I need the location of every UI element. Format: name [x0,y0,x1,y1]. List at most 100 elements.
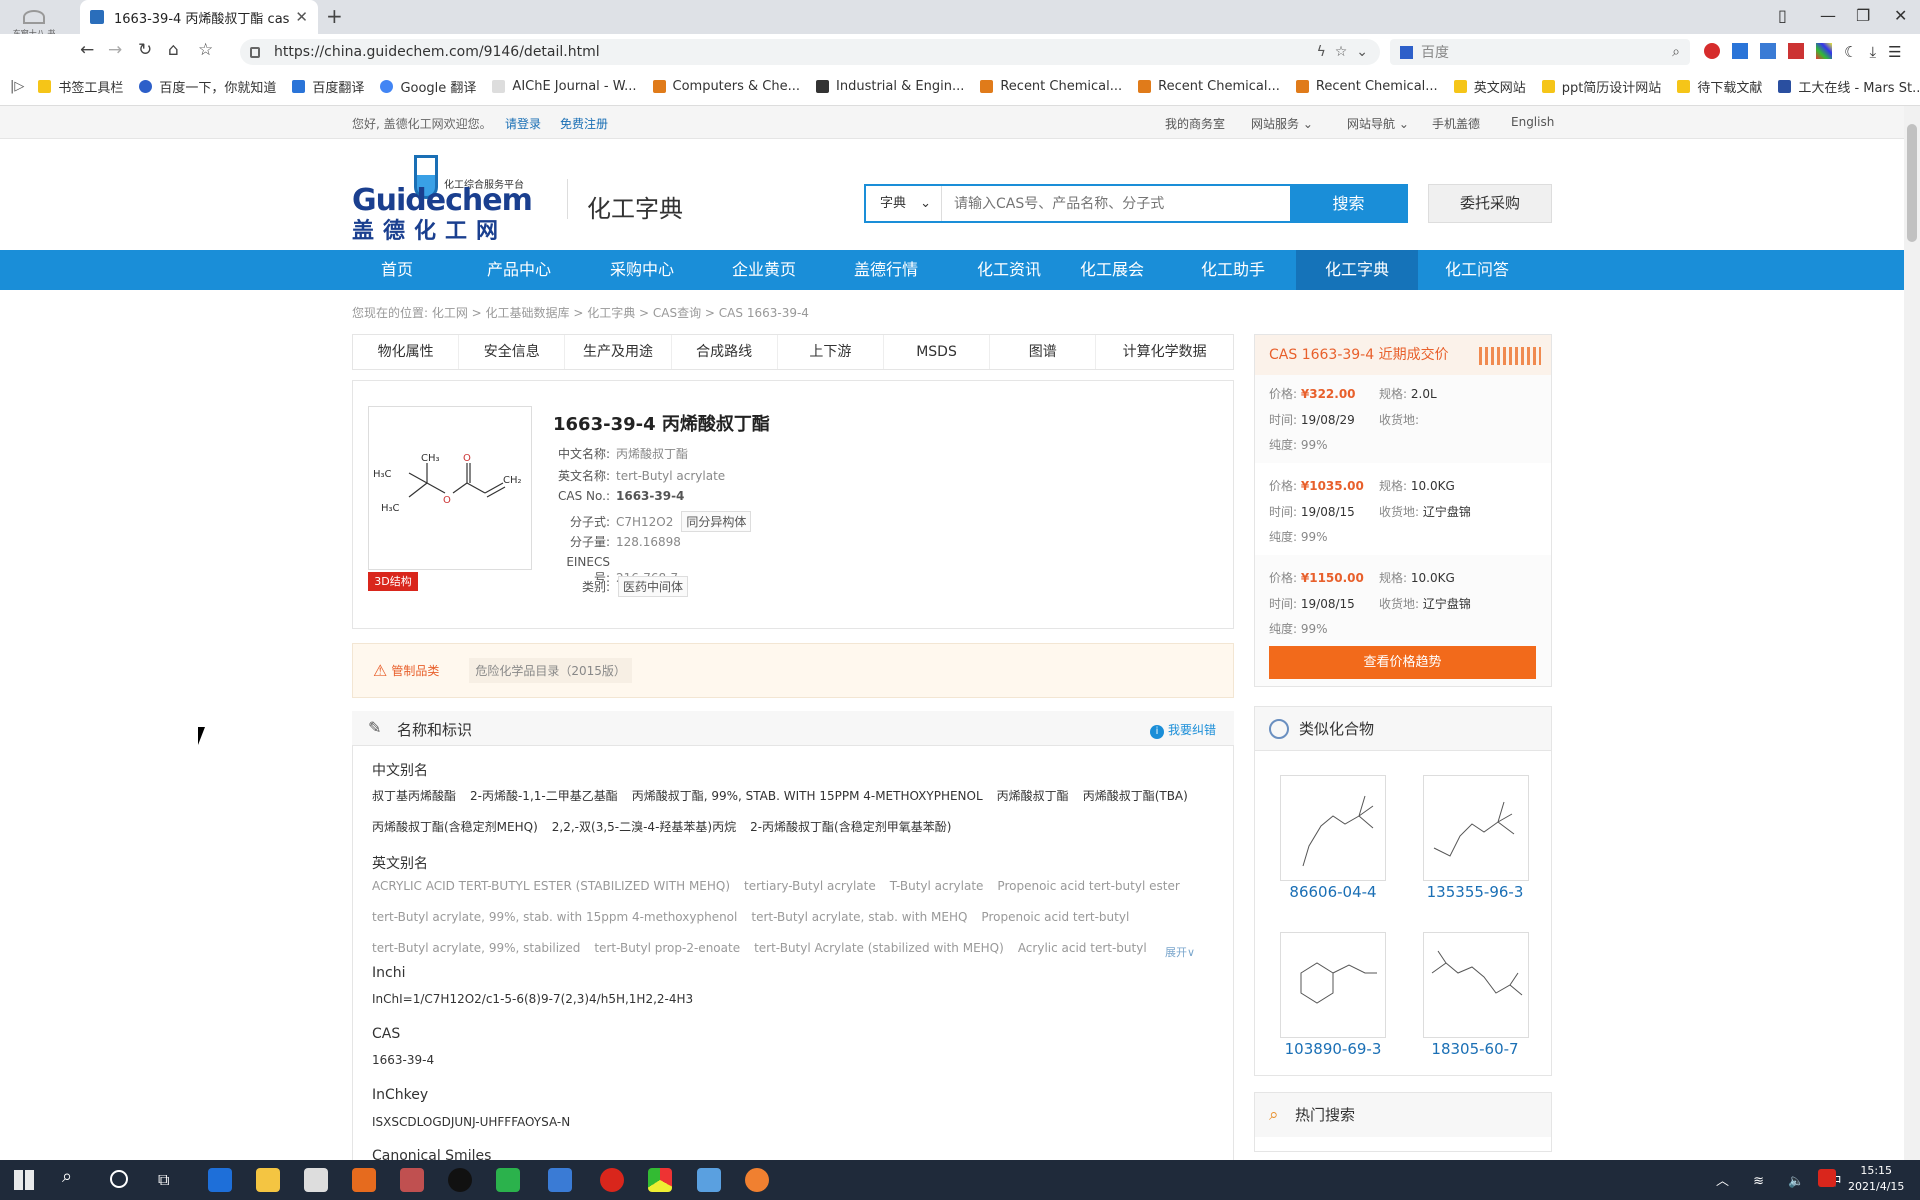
extension-pdf-icon[interactable] [1788,43,1804,59]
tab-search-icon[interactable]: ▯ [1778,6,1787,25]
login-link[interactable]: 请登录 [505,115,541,132]
similar-cas-link[interactable]: 86606-04-4 [1263,883,1403,901]
extension-translate-icon[interactable] [1732,43,1748,59]
browser-tab[interactable]: 1663-39-4 丙烯酸叔丁酯 cas号 ✕ [80,0,318,34]
bookmark-item[interactable]: 工大在线 - Mars St... [1778,77,1920,96]
nav-qa[interactable]: 化工问答 [1418,250,1536,290]
nav-news[interactable]: 化工资讯 [950,250,1068,290]
my-office-link[interactable]: 我的商务室 [1165,115,1225,132]
site-nav-link[interactable]: 网站导航 ⌄ [1347,115,1409,132]
bookmark-item[interactable]: ppt简历设计网站 [1541,77,1661,96]
close-window-icon[interactable]: ✕ [1894,6,1907,25]
isomer-link[interactable]: 同分异构体 [681,511,752,532]
structure-image[interactable]: H₃C CH₃ H₃C O O CH₂ [368,406,532,570]
bookmark-item[interactable]: 书签工具栏 [38,77,123,96]
bookmark-item[interactable]: 待下载文献 [1677,77,1762,96]
bookmark-item[interactable]: Computers & Che... [652,79,800,94]
back-icon[interactable]: ← [80,40,94,60]
qq-icon[interactable] [448,1168,472,1192]
scrollbar-thumb[interactable] [1907,124,1917,242]
nav-products[interactable]: 产品中心 [460,250,578,290]
close-tab-icon[interactable]: ✕ [295,8,308,26]
url-actions-icon[interactable]: ϟ ☆ ⌄ [1317,44,1368,60]
price-trend-button[interactable]: 查看价格趋势 [1269,646,1536,679]
search-icon[interactable]: ⌕ [1672,44,1680,60]
bookmark-item[interactable]: Recent Chemical... [980,79,1122,94]
cortana-icon[interactable] [110,1170,128,1188]
taskbar-search-icon[interactable]: ⌕ [62,1166,72,1187]
forward-icon[interactable]: → [108,40,122,60]
taskbar-clock[interactable]: 15:15 2021/4/15 [1848,1163,1904,1195]
similar-structure-image[interactable] [1423,932,1529,1038]
breadcrumb[interactable]: 您现在的位置: 化工网 > 化工基础数据库 > 化工字典 > CAS查询 > C… [352,304,809,321]
similar-structure-image[interactable] [1280,775,1386,881]
bookmark-item[interactable]: Recent Chemical... [1295,79,1438,94]
mobile-link[interactable]: 手机盖德 [1432,115,1480,132]
nav-yellowpages[interactable]: 企业黄页 [705,250,823,290]
similar-structure-image[interactable] [1423,775,1529,881]
file-explorer-icon[interactable] [256,1168,280,1192]
netease-music-icon[interactable] [600,1168,624,1192]
search-engine-box[interactable]: 百度 ⌕ [1390,39,1690,65]
matlab-icon[interactable] [352,1168,376,1192]
bookmark-item[interactable]: 英文网站 [1453,77,1526,96]
new-tab-icon[interactable]: + [326,4,343,28]
similar-structure-image[interactable] [1280,932,1386,1038]
search-type-select[interactable]: 字典 ⌄ [866,186,942,221]
minimize-icon[interactable]: — [1820,6,1836,25]
home-icon[interactable]: ⌂ [168,40,179,60]
menu-icon[interactable]: ☰ [1888,43,1901,61]
bookmark-item[interactable]: Industrial & Engin... [816,79,964,94]
nav-home[interactable]: 首页 [338,250,456,290]
ime-icon[interactable] [1818,1169,1836,1187]
hazard-catalog-tag[interactable]: 危险化学品目录（2015版） [469,658,632,683]
extension-grid-icon[interactable] [1816,43,1832,59]
chrome-icon[interactable] [648,1168,672,1192]
similar-cas-link[interactable]: 135355-96-3 [1405,883,1545,901]
extension-img-icon[interactable] [1760,43,1776,59]
page-scrollbar[interactable] [1904,106,1920,1160]
tab-computed[interactable]: 计算化学数据 [1096,335,1233,369]
category-tag[interactable]: 医药中间体 [618,576,689,597]
download-icon[interactable]: ⤓ [1869,43,1876,61]
similar-cas-link[interactable]: 103890-69-3 [1263,1040,1403,1058]
edge-icon[interactable] [208,1168,232,1192]
tab-msds[interactable]: MSDS [884,335,991,369]
tab-spectra[interactable]: 图谱 [990,335,1097,369]
aspen-icon[interactable] [548,1168,572,1192]
register-link[interactable]: 免费注册 [560,115,608,132]
tab-properties[interactable]: 物化属性 [353,335,460,369]
3d-structure-button[interactable]: 3D结构 [368,572,418,591]
english-link[interactable]: English [1511,115,1554,129]
app-icon[interactable] [400,1168,424,1192]
bookmark-item[interactable]: Google 翻译 [380,77,476,96]
similar-cas-link[interactable]: 18305-60-7 [1405,1040,1545,1058]
tab-production[interactable]: 生产及用途 [565,335,672,369]
guidechem-logo[interactable]: 化工综合服务平台 Guidechem 盖德化工网 [352,141,542,244]
firefox-icon[interactable] [745,1168,769,1192]
reload-icon[interactable]: ↻ [138,40,152,60]
nav-expo[interactable]: 化工展会 [1053,250,1171,290]
bookmark-item[interactable]: 百度一下，你就知道 [139,77,276,96]
bookmark-star-icon[interactable]: ☆ [198,40,213,60]
site-service-link[interactable]: 网站服务 ⌄ [1251,115,1313,132]
bookmark-item[interactable]: Recent Chemical... [1138,79,1280,94]
nav-assistant[interactable]: 化工助手 [1174,250,1292,290]
app-icon[interactable] [697,1168,721,1192]
extension-weibo-icon[interactable] [1704,43,1720,59]
entrust-purchase-button[interactable]: 委托采购 [1428,184,1552,223]
dark-mode-icon[interactable]: ☾ [1844,43,1857,61]
maximize-icon[interactable]: ❐ [1856,6,1870,25]
tab-synthesis[interactable]: 合成路线 [672,335,778,369]
bookmarks-toggle-icon[interactable]: |▷ [10,79,24,94]
nav-purchase[interactable]: 采购中心 [583,250,701,290]
bookmark-item[interactable]: AIChE Journal - W... [492,79,637,94]
bookmark-item[interactable]: 百度翻译 [292,77,364,96]
tab-safety[interactable]: 安全信息 [459,335,566,369]
expand-link[interactable]: 展开∨ [1165,944,1195,960]
url-bar[interactable]: https://china.guidechem.com/9146/detail.… [240,39,1380,65]
tab-updown[interactable]: 上下游 [778,335,884,369]
mail-icon[interactable] [304,1168,328,1192]
wechat-icon[interactable] [496,1168,520,1192]
windows-start-icon[interactable] [14,1170,34,1190]
